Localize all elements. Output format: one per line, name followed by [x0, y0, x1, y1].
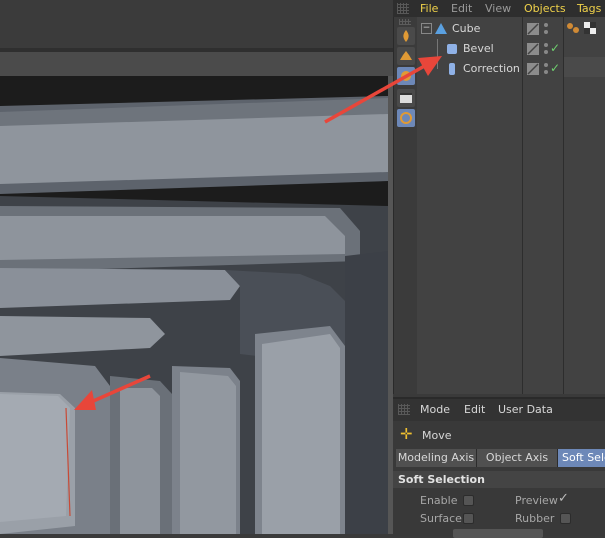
column-divider — [522, 17, 523, 394]
menu-user-data[interactable]: User Data — [498, 401, 553, 418]
grip-icon — [398, 404, 410, 415]
attribute-manager: Mode Edit User Data ✛ Move Modeling Axis… — [393, 397, 605, 538]
option-label: Rubber — [515, 512, 555, 525]
tab-object-axis[interactable]: Object Axis — [477, 449, 558, 467]
menu-file[interactable]: File — [420, 0, 438, 17]
annotation-arrow — [324, 56, 442, 124]
viewport-canvas[interactable] — [0, 76, 388, 534]
surface-checkbox[interactable] — [463, 513, 474, 524]
visibility-toggle-icon[interactable] — [526, 22, 540, 36]
check-icon[interactable]: ✓ — [550, 61, 560, 75]
object-name: Bevel — [463, 42, 494, 55]
menu-view[interactable]: View — [485, 0, 511, 17]
attribute-manager-menu: Mode Edit User Data — [393, 399, 605, 421]
move-icon: ✛ — [400, 425, 413, 443]
render-dots-icon[interactable] — [542, 62, 550, 76]
tab-modeling-axis[interactable]: Modeling Axis — [396, 449, 477, 467]
tool-name: Move — [422, 429, 452, 442]
material-tag-icon[interactable] — [566, 21, 580, 35]
visibility-toggle-icon[interactable] — [526, 42, 540, 56]
option-label: Preview — [515, 494, 558, 507]
enable-checkbox[interactable] — [463, 495, 474, 506]
menu-mode[interactable]: Mode — [420, 401, 450, 418]
collapse-icon[interactable]: − — [421, 23, 432, 34]
render-dots-icon[interactable] — [542, 42, 550, 56]
menu-tags[interactable]: Tags — [577, 0, 601, 17]
menu-objects[interactable]: Objects — [524, 0, 566, 17]
cube-icon — [435, 23, 447, 34]
grip-icon — [399, 19, 411, 25]
grip-icon — [397, 3, 409, 14]
selected-row-highlight — [564, 57, 605, 77]
check-icon[interactable]: ✓ — [550, 41, 560, 55]
object-name: Correction — [463, 62, 520, 75]
checker-tag-icon[interactable] — [583, 21, 597, 35]
section-header: Soft Selection — [393, 471, 605, 488]
object-name: Cube — [452, 22, 481, 35]
option-label: Enable — [420, 494, 458, 507]
tool-object-button[interactable] — [397, 27, 415, 45]
tab-soft-selection[interactable]: Soft Selection — [558, 449, 605, 467]
render-dots-icon[interactable] — [542, 22, 550, 36]
menu-edit[interactable]: Edit — [464, 401, 485, 418]
menu-edit[interactable]: Edit — [451, 0, 472, 17]
visibility-toggle-icon[interactable] — [526, 62, 540, 76]
section-title: Soft Selection — [398, 473, 485, 486]
rubber-checkbox[interactable] — [560, 513, 571, 524]
viewport-top-band — [0, 0, 393, 48]
preview-check-icon[interactable]: ✓ — [558, 491, 569, 506]
object-manager-menu: File Edit View Objects Tags — [393, 0, 605, 17]
option-label: Surface — [420, 512, 462, 525]
